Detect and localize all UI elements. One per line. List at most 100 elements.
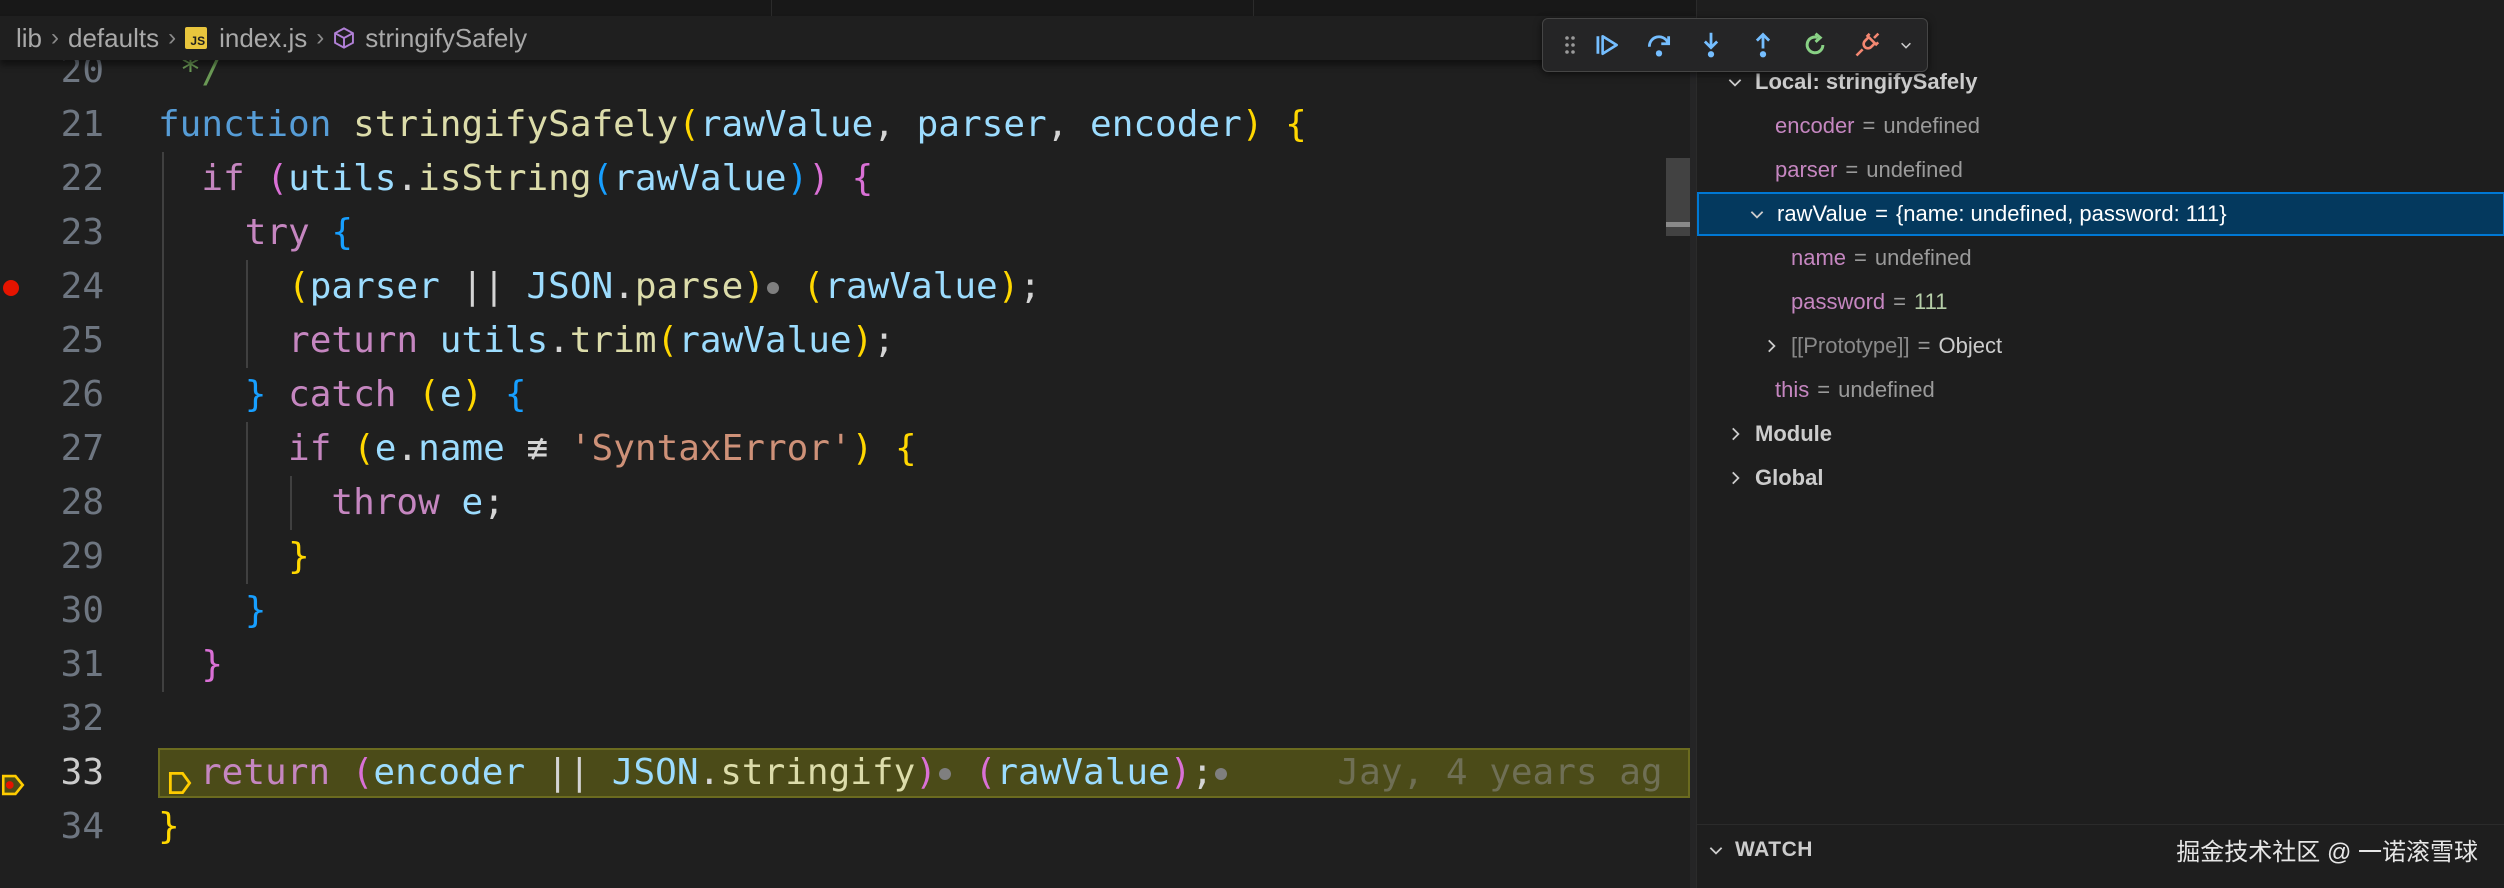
code-line[interactable]: 22 if (utils.isString(rawValue)) { (0, 152, 1690, 206)
variable-row-name[interactable]: name = undefined (1697, 236, 2504, 280)
indent-guide (246, 260, 248, 368)
code-line[interactable]: 30 } (0, 584, 1690, 638)
chevron-right-icon: › (316, 24, 325, 51)
line-number[interactable]: 21 (0, 98, 104, 152)
code-editor[interactable]: 19 @returns {String} A stringified versi… (0, 0, 1696, 888)
line-number[interactable]: 23 (0, 206, 104, 260)
chevron-right-icon[interactable] (1725, 468, 1745, 488)
breadcrumb-item-defaults[interactable]: defaults (68, 23, 159, 54)
inline-breakpoint-dot[interactable] (938, 768, 951, 780)
code-line[interactable]: 25 return utils.trim(rawValue); (0, 314, 1690, 368)
inline-breakpoint-dot[interactable] (766, 282, 779, 294)
code-line-current[interactable]: 33 return (encoder || JSON.stringify) (ra… (0, 746, 1690, 800)
variable-name: name (1791, 245, 1847, 270)
code-text[interactable]: return utils.trim(rawValue); (158, 314, 895, 368)
code-line[interactable]: 29 } (0, 530, 1690, 584)
breadcrumb-item-symbol[interactable]: stringifySafely (365, 23, 527, 54)
code-line[interactable]: 21 function stringifySafely(rawValue, par… (0, 98, 1690, 152)
chevron-down-icon[interactable] (1747, 204, 1767, 224)
code-text[interactable]: } (158, 584, 267, 638)
chevron-right-icon[interactable] (1725, 424, 1745, 444)
step-over-icon[interactable] (1633, 25, 1685, 65)
code-line[interactable]: 23 try { (0, 206, 1690, 260)
code-text[interactable]: } catch (e) { (158, 368, 527, 422)
variable-row-parser[interactable]: parser = undefined (1697, 148, 2504, 192)
variable-value: undefined (1838, 377, 1935, 402)
code-line[interactable]: 27 if (e.name ≢ 'SyntaxError') { (0, 422, 1690, 476)
code-area[interactable]: 19 @returns {String} A stringified versi… (0, 0, 1690, 888)
code-text[interactable]: throw e; (158, 476, 504, 530)
code-token: { (851, 158, 874, 199)
code-token: } (201, 644, 224, 685)
code-token: ) (743, 266, 765, 307)
chevron-down-icon[interactable] (1725, 72, 1745, 92)
chevron-down-icon[interactable] (1893, 25, 1919, 65)
code-text[interactable]: if (e.name ≢ 'SyntaxError') { (158, 422, 917, 476)
variable-row-password[interactable]: password = 111 (1697, 280, 2504, 324)
line-number[interactable]: 22 (0, 152, 104, 206)
variable-row-prototype[interactable]: [[Prototype]] = Object (1697, 324, 2504, 368)
line-number[interactable]: 24 (0, 260, 104, 314)
line-number[interactable]: 29 (0, 530, 104, 584)
line-number[interactable]: 32 (0, 692, 104, 746)
scope-global[interactable]: Global (1697, 456, 2504, 500)
chevron-right-icon[interactable] (1761, 336, 1781, 356)
code-token: ) (786, 158, 809, 199)
code-text[interactable]: } (158, 800, 180, 854)
line-number[interactable]: 28 (0, 476, 104, 530)
code-token: { (895, 428, 917, 469)
variable-row-this[interactable]: this = undefined (1697, 368, 2504, 412)
code-text[interactable]: return (encoder || JSON.stringify) (rawV… (200, 746, 1663, 800)
variable-name: rawValue (1777, 201, 1868, 226)
line-number[interactable]: 31 (0, 638, 104, 692)
variables-panel: Local: stringifySafely encoder = undefined p… (1696, 0, 2504, 888)
disconnect-icon[interactable] (1841, 25, 1893, 65)
code-text[interactable]: if (utils.isString(rawValue)) { (158, 152, 873, 206)
breadcrumb-item-file[interactable]: index.js (219, 23, 307, 54)
restart-icon[interactable] (1789, 25, 1841, 65)
line-number[interactable]: 25 (0, 314, 104, 368)
tab-strip (0, 0, 1696, 16)
step-into-icon[interactable] (1685, 25, 1737, 65)
code-line[interactable]: 32 (0, 692, 1690, 746)
inline-breakpoint-dot[interactable] (1215, 768, 1228, 780)
drag-grip-icon[interactable] (1559, 25, 1581, 65)
line-number[interactable]: 26 (0, 368, 104, 422)
code-token: ( (591, 158, 614, 199)
code-token: rawValue (613, 158, 787, 199)
variable-value: undefined (1866, 157, 1963, 182)
line-number[interactable]: 33 (0, 746, 104, 800)
code-token: ; (1019, 266, 1042, 307)
code-token: if (201, 158, 267, 199)
code-text[interactable]: function stringifySafely(rawValue, parse… (158, 98, 1307, 152)
code-text[interactable]: (parser || JSON.parse) (rawValue); (158, 260, 1041, 314)
variable-row-rawvalue[interactable]: rawValue = {name: undefined, password: 111… (1697, 192, 2504, 236)
scope-module[interactable]: Module (1697, 412, 2504, 456)
code-token: ≢ (504, 428, 570, 469)
breadcrumb-item-lib[interactable]: lib (16, 23, 42, 54)
code-line[interactable]: 34} (0, 800, 1690, 854)
indent-guide (162, 152, 164, 692)
code-token: , (873, 104, 917, 145)
code-token: isString (418, 158, 592, 199)
code-line[interactable]: 24 (parser || JSON.parse) (rawValue); (0, 260, 1690, 314)
code-token: ( (802, 266, 825, 307)
code-line[interactable]: 26 } catch (e) { (0, 368, 1690, 422)
line-number[interactable]: 30 (0, 584, 104, 638)
code-line[interactable]: 31 } (0, 638, 1690, 692)
tab[interactable] (0, 0, 772, 16)
code-line[interactable]: 28 throw e; (0, 476, 1690, 530)
continue-icon[interactable] (1581, 25, 1633, 65)
tab[interactable] (772, 0, 1254, 16)
code-token: . (396, 158, 419, 199)
code-text[interactable]: } (158, 638, 223, 692)
step-out-icon[interactable] (1737, 25, 1789, 65)
line-number[interactable]: 34 (0, 800, 104, 854)
variable-row-encoder[interactable]: encoder = undefined (1697, 104, 2504, 148)
code-token: e (439, 374, 462, 415)
code-text[interactable]: try { (158, 206, 353, 260)
line-number[interactable]: 27 (0, 422, 104, 476)
code-text[interactable]: } (158, 530, 310, 584)
